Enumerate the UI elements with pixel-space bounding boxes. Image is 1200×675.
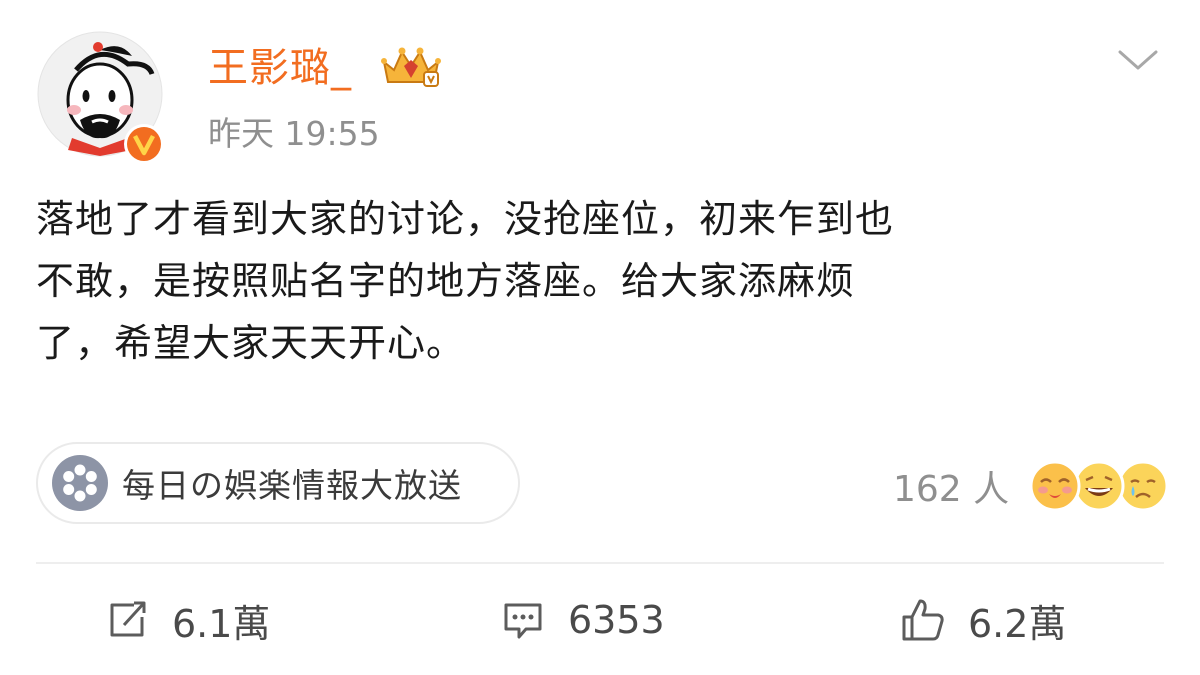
comment-button[interactable]: 6353 [500,590,665,650]
repost-count: 6.1萬 [172,601,271,646]
repost-icon [110,601,146,637]
reaction-count: 162 人 [893,469,1010,510]
thumbs-up-icon [902,599,944,641]
reaction-emojis [1029,458,1169,514]
reactions-summary[interactable]: 162 人 [893,458,1169,514]
topic-flower-icon [52,455,108,511]
post-timestamp: 昨天 19:55 [208,114,380,153]
like-count: 6.2萬 [968,601,1067,646]
post-text-line: 不敢，是按照贴名字的地方落座。给大家添麻烦 [36,259,856,303]
verified-badge-icon [122,122,166,166]
topic-chip[interactable]: 每日の娯楽情報大放送 [36,442,520,524]
topic-label: 每日の娯楽情報大放送 [122,466,462,505]
comment-icon [504,603,542,639]
author-name[interactable]: 王影璐_ [208,40,352,96]
repost-button[interactable]: 6.1萬 [104,590,270,650]
post-text: 落地了才看到大家的讨论，没抢座位，初来乍到也 不敢，是按照贴名字的地方落座。给大… [36,188,1156,374]
comment-count: 6353 [568,598,665,642]
chevron-down-icon[interactable] [1116,44,1160,74]
post-text-line: 了，希望大家天天开心。 [36,321,466,365]
like-button[interactable]: 6.2萬 [900,590,1066,650]
divider [36,562,1164,564]
kiss-face-icon [1029,460,1081,512]
crown-badge-icon[interactable] [380,44,442,90]
post-text-line: 落地了才看到大家的讨论，没抢座位，初来乍到也 [36,197,895,241]
